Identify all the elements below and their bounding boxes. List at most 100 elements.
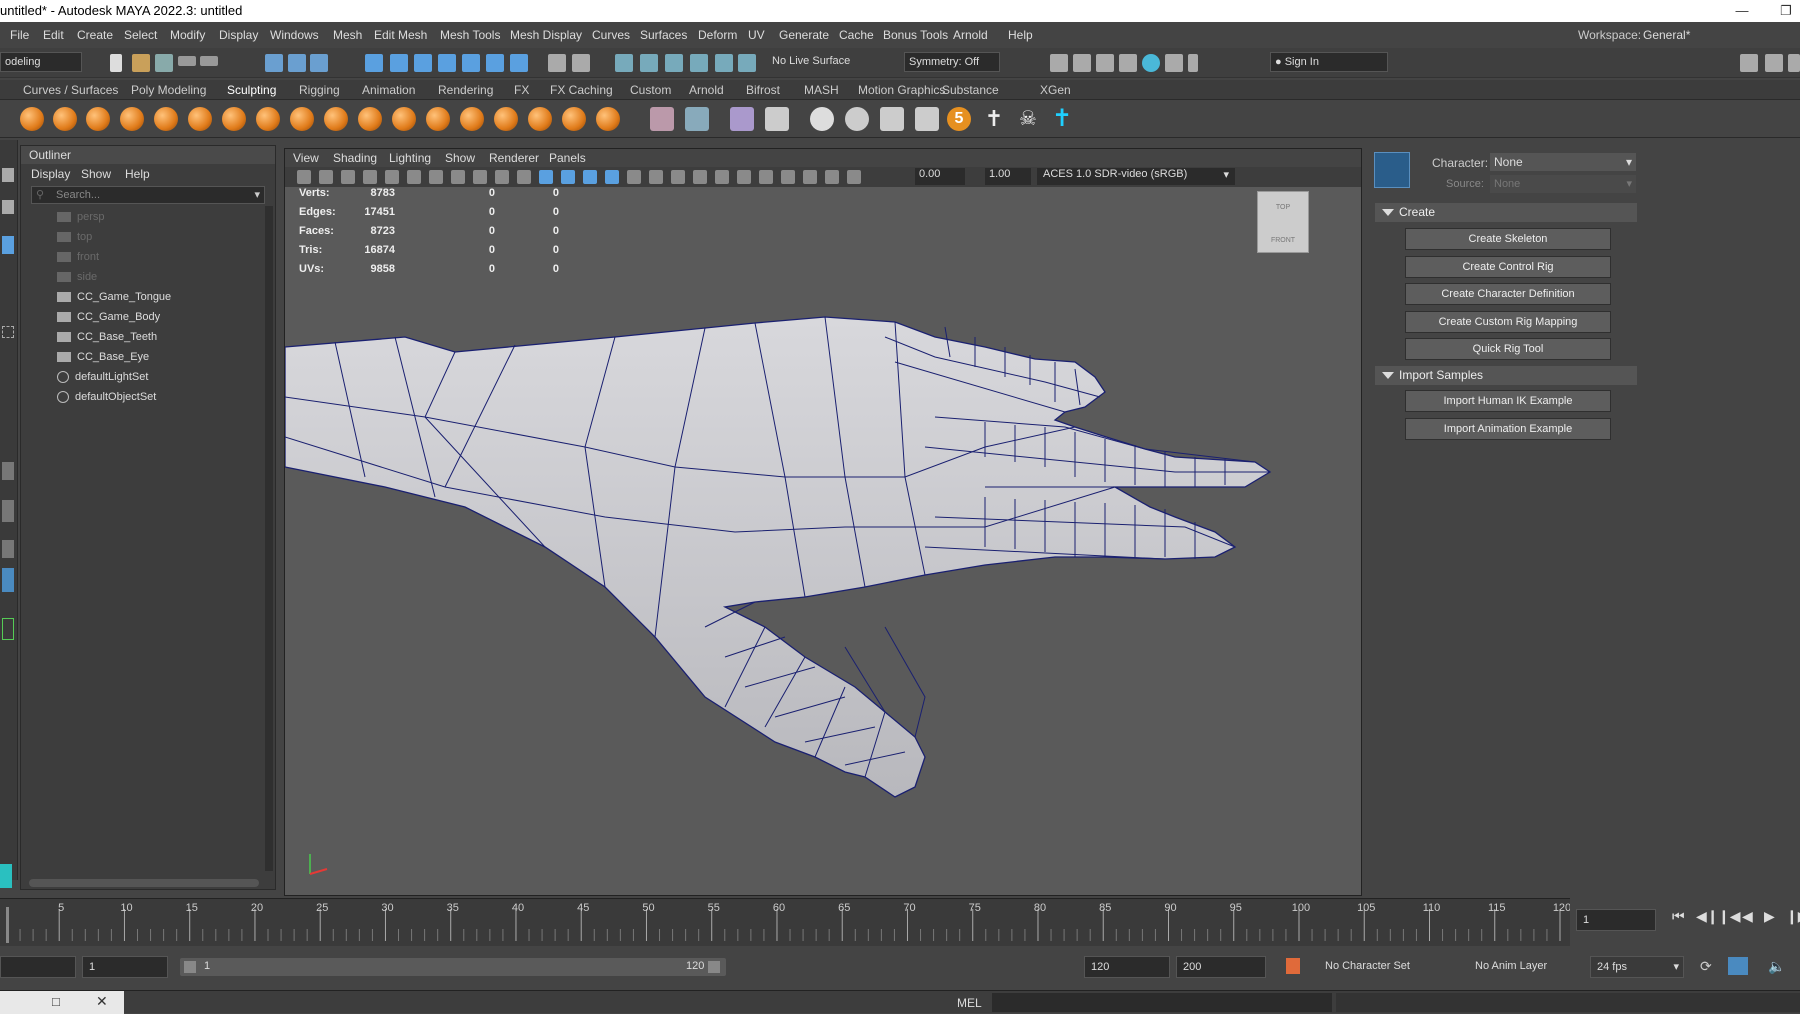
- viewport-tool-icon[interactable]: [517, 170, 531, 184]
- outliner-item[interactable]: defaultObjectSet: [57, 388, 156, 406]
- shelf-tab-custom[interactable]: Custom: [630, 83, 671, 97]
- outliner-search-input[interactable]: ⚲ Search... ▾: [31, 186, 265, 204]
- layout-four-icon[interactable]: [2, 500, 14, 522]
- outliner-hscrollbar[interactable]: [29, 879, 259, 887]
- snap-view-icon[interactable]: [438, 54, 456, 72]
- viewport-tool-icon[interactable]: [429, 170, 443, 184]
- paint-select-icon[interactable]: [310, 54, 328, 72]
- snap-surface-icon[interactable]: [462, 54, 480, 72]
- imprint-icon[interactable]: [324, 107, 348, 131]
- workspace-dropdown[interactable]: General*: [1643, 28, 1690, 42]
- mel-label[interactable]: MEL: [957, 996, 982, 1010]
- outliner-item[interactable]: defaultLightSet: [57, 368, 148, 386]
- script-icon[interactable]: [0, 864, 12, 888]
- redo-icon[interactable]: [200, 56, 218, 66]
- menu-bonus-tools[interactable]: Bonus Tools: [883, 28, 948, 42]
- construction-history-icon[interactable]: [572, 54, 590, 72]
- grid-icon[interactable]: [685, 107, 709, 131]
- layout-two-icon[interactable]: [2, 540, 14, 558]
- viewport-tool-icon[interactable]: [363, 170, 377, 184]
- step-key-back-icon[interactable]: ❙◀: [1718, 908, 1741, 925]
- spray-icon[interactable]: [256, 107, 280, 131]
- layout-single-icon[interactable]: [2, 462, 14, 480]
- character-dropdown[interactable]: None ▾: [1490, 153, 1636, 171]
- channel-box-icon[interactable]: [1740, 54, 1758, 72]
- eraser-icon[interactable]: [915, 107, 939, 131]
- smooth-icon[interactable]: [53, 107, 77, 131]
- viewport-tool-icon[interactable]: [495, 170, 509, 184]
- maximize-icon[interactable]: □: [52, 994, 60, 1009]
- new-scene-icon[interactable]: [110, 54, 122, 72]
- quick-rig-tool-button[interactable]: Quick Rig Tool: [1405, 338, 1611, 360]
- lasso-icon[interactable]: [2, 200, 14, 214]
- time-slider[interactable]: 5 10 15 20 25 30 35 40 45 50 55 60 65 70 75 80 85 90 95 100…: [0, 898, 1656, 946]
- magnet-icon-6[interactable]: [738, 54, 756, 72]
- loop-icon[interactable]: ⟳: [1700, 958, 1712, 975]
- menu-uv[interactable]: UV: [748, 28, 765, 42]
- outliner-item[interactable]: CC_Base_Eye: [57, 348, 149, 366]
- menu-windows[interactable]: Windows: [270, 28, 319, 42]
- close-icon[interactable]: ✕: [96, 993, 108, 1010]
- human-ik-icon[interactable]: ✝: [1050, 107, 1074, 131]
- shelf-tab-bifrost[interactable]: Bifrost: [746, 83, 780, 97]
- undo-icon[interactable]: [178, 56, 196, 66]
- bulge-icon[interactable]: [528, 107, 552, 131]
- render-frame-icon[interactable]: [1073, 54, 1091, 72]
- minimize-icon[interactable]: —: [1730, 0, 1754, 22]
- outliner-menu-display[interactable]: Display: [31, 164, 70, 184]
- viewport-tool-icon[interactable]: [451, 170, 465, 184]
- view-cube[interactable]: TOP FRONT: [1257, 191, 1309, 253]
- shelf-tab-sculpting[interactable]: Sculpting: [227, 83, 276, 97]
- auto-key-icon[interactable]: [1286, 958, 1300, 974]
- restore-icon[interactable]: ❐: [1774, 0, 1798, 22]
- viewport-tool-icon[interactable]: [693, 170, 707, 184]
- layers-icon[interactable]: [880, 107, 904, 131]
- create-control-rig-button[interactable]: Create Control Rig: [1405, 255, 1611, 278]
- outliner-item[interactable]: side: [57, 268, 97, 286]
- viewport-tool-icon[interactable]: [473, 170, 487, 184]
- outliner-item[interactable]: persp: [57, 208, 105, 226]
- gamma-field[interactable]: 1.00: [985, 168, 1031, 185]
- anim-start-field[interactable]: [0, 956, 76, 978]
- fill-icon[interactable]: [426, 107, 450, 131]
- layout-outliner-icon[interactable]: [2, 568, 14, 592]
- magnet-icon[interactable]: [615, 54, 633, 72]
- symmetry-dropdown[interactable]: Symmetry: Off: [904, 52, 1000, 72]
- step-key-forward-icon[interactable]: ❙▶: [1786, 908, 1800, 925]
- skull-icon[interactable]: ☠: [1016, 107, 1040, 131]
- menu-edit-mesh[interactable]: Edit Mesh: [374, 28, 427, 42]
- ipr-render-icon[interactable]: [1096, 54, 1114, 72]
- render-settings-icon[interactable]: [1119, 54, 1137, 72]
- snap-point-icon[interactable]: [414, 54, 432, 72]
- render-view-icon[interactable]: [1050, 54, 1068, 72]
- menu-deform[interactable]: Deform: [698, 28, 737, 42]
- open-scene-icon[interactable]: [132, 54, 150, 72]
- menu-cache[interactable]: Cache: [839, 28, 874, 42]
- outliner-item[interactable]: front: [57, 248, 99, 266]
- import-section-header[interactable]: Import Samples: [1375, 366, 1637, 385]
- menu-curves[interactable]: Curves: [592, 28, 630, 42]
- menu-set-dropdown[interactable]: odeling: [0, 52, 82, 72]
- menu-file[interactable]: File: [10, 28, 29, 42]
- menu-modify[interactable]: Modify: [170, 28, 205, 42]
- shelf-tab-mash[interactable]: MASH: [804, 83, 839, 97]
- viewport-menu-shading[interactable]: Shading: [333, 151, 377, 165]
- shelf-tab-poly-modeling[interactable]: Poly Modeling: [131, 83, 206, 97]
- viewport-tool-icon[interactable]: [341, 170, 355, 184]
- freeze-brush-icon[interactable]: [596, 107, 620, 131]
- viewport-tool-icon[interactable]: [759, 170, 773, 184]
- menu-display[interactable]: Display: [219, 28, 258, 42]
- tool-settings-icon[interactable]: [1788, 54, 1800, 72]
- current-time-marker[interactable]: [6, 907, 9, 943]
- playback-start-field[interactable]: 1: [82, 956, 168, 978]
- fps-dropdown[interactable]: 24 fps ▾: [1590, 956, 1684, 978]
- outliner-item[interactable]: CC_Base_Teeth: [57, 328, 157, 346]
- snap-vertex-icon[interactable]: [486, 54, 504, 72]
- mask-invert-icon[interactable]: [845, 107, 869, 131]
- shelf-tab-fx[interactable]: FX: [514, 83, 529, 97]
- snap-curve-icon[interactable]: [390, 54, 408, 72]
- select-arrow-icon[interactable]: [2, 168, 14, 182]
- viewport-tool-icon[interactable]: [627, 170, 641, 184]
- shelf-tab-curves-surfaces[interactable]: Curves / Surfaces: [23, 83, 118, 97]
- play-backward-icon[interactable]: ◀: [1742, 908, 1753, 925]
